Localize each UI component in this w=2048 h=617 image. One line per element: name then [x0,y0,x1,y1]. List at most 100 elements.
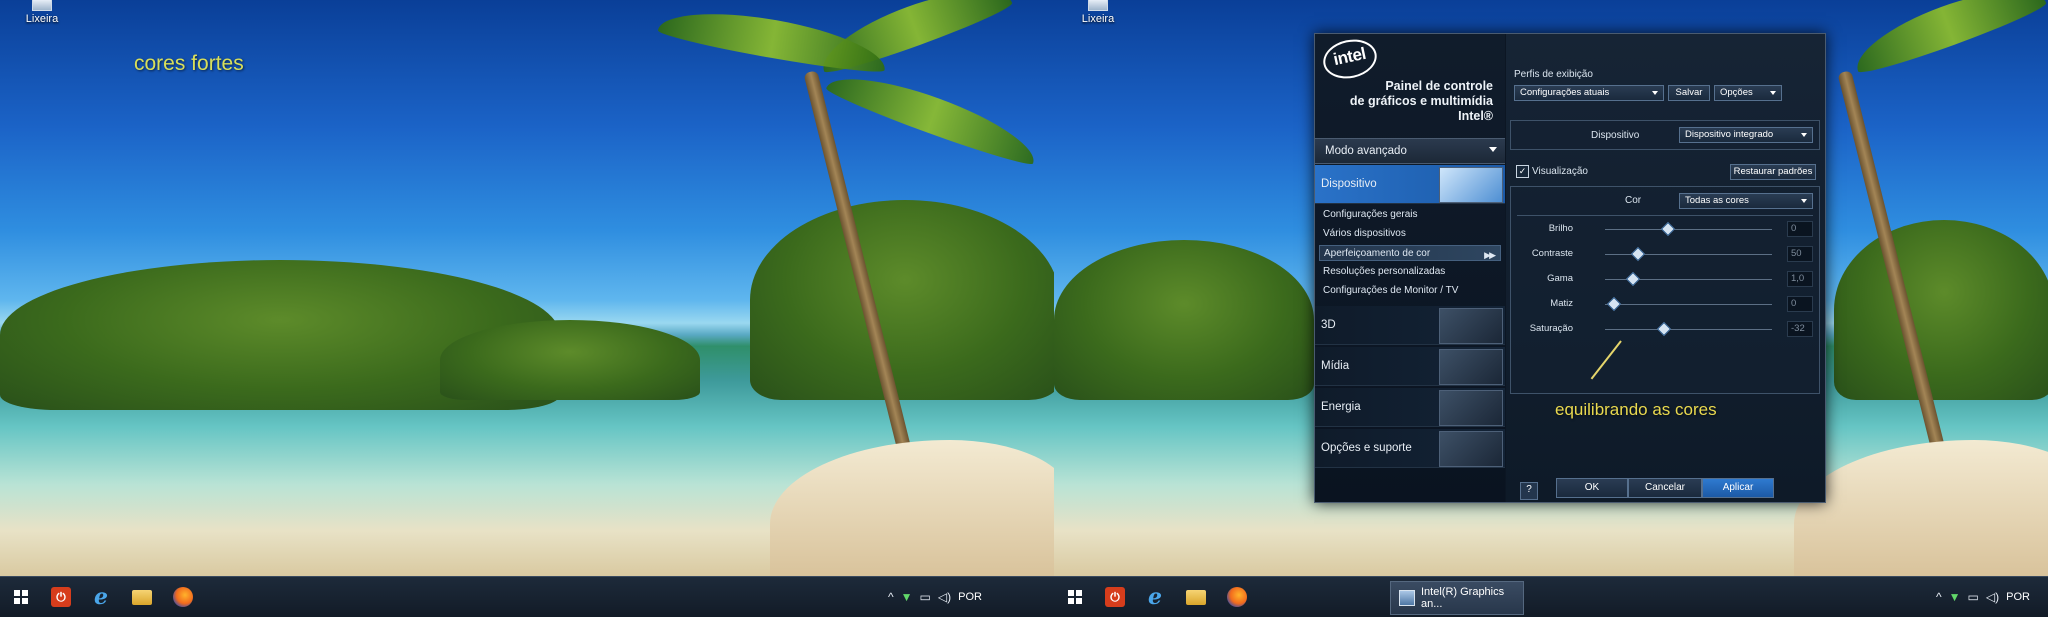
help-button[interactable]: ? [1520,482,1538,500]
battery-icon[interactable]: ▭ [1968,590,1979,604]
chevron-down-icon [1770,91,1776,95]
taskbar-intel-graphics[interactable]: Intel(R) Graphics an... [1390,581,1524,615]
subitem-label: Aperfeiçoamento de cor [1324,248,1431,259]
taskbar-firefox[interactable] [170,585,196,609]
slider-thumb[interactable] [1625,271,1640,287]
profile-dropdown[interactable]: Configurações atuais [1514,85,1664,101]
taskbar-app-red[interactable]: ⏻ [1102,585,1128,609]
intel-graphics-icon [1399,590,1415,606]
chevron-up-icon[interactable]: ^ [888,590,894,604]
island-trees [750,200,1054,400]
fast-forward-icon: ▶▶ [1484,250,1496,260]
slider-label: Gama [1547,273,1573,284]
category-label: 3D [1321,319,1336,331]
chevron-up-icon[interactable]: ^ [1936,590,1942,604]
recycle-bin[interactable]: Lixeira [22,0,62,25]
intel-graphics-panel: – × intel Painel de controle de gráficos… [1314,33,1826,503]
subitem-general-settings[interactable]: Configurações gerais [1323,207,1418,223]
taskbar-internet-explorer[interactable]: e [1142,585,1168,609]
cancel-button[interactable]: Cancelar [1628,478,1702,498]
island-trees [1054,240,1314,400]
chevron-down-icon [1489,147,1497,152]
taskbar-file-explorer[interactable] [1183,585,1209,609]
slider-label: Matiz [1550,298,1573,309]
recycle-bin-label: Lixeira [25,13,59,25]
preview-label: Visualização [1532,166,1588,177]
options-label: Opções [1720,87,1753,98]
category-power[interactable]: Energia [1315,388,1505,427]
language-indicator[interactable]: POR [958,591,982,603]
recycle-bin-icon [1088,0,1108,11]
taskbar-app-red[interactable]: ⏻ [48,585,74,609]
recycle-bin-label: Lixeira [1081,13,1115,25]
slider-row: Saturação -32 [1525,321,1825,339]
recycle-bin[interactable]: Lixeira [1078,0,1118,25]
intel-logo: intel [1319,34,1381,84]
color-box: Cor Todas as cores Brilho 0 Contraste 50 Gam… [1510,186,1820,394]
category-3d[interactable]: 3D [1315,306,1505,345]
slider-value: 0 [1787,221,1813,237]
panel-title-line: de gráficos e multimídia [1349,94,1493,108]
wifi-icon[interactable]: ▼ [901,590,913,604]
wifi-icon[interactable]: ▼ [1949,590,1961,604]
taskbar-file-explorer[interactable] [129,585,155,609]
mode-dropdown[interactable]: Modo avançado [1315,138,1505,164]
category-label: Dispositivo [1321,178,1377,190]
slider-track[interactable] [1605,304,1772,305]
save-button[interactable]: Salvar [1668,85,1710,101]
battery-icon[interactable]: ▭ [920,590,931,604]
slider-value: -32 [1787,321,1813,337]
app-icon: ⏻ [51,587,71,607]
slider-thumb[interactable] [1607,296,1622,312]
slider-row: Matiz 0 [1525,296,1825,314]
settings-pane: Perfis de exibição Configurações atuais … [1506,34,1825,502]
speaker-icon[interactable]: ◁) [1986,590,1999,604]
start-button[interactable] [1062,585,1088,609]
subitem-custom-resolutions[interactable]: Resoluções personalizadas [1323,264,1445,280]
subitem-color-enhancement[interactable]: Aperfeiçoamento de cor ▶▶ [1319,245,1501,261]
ok-button[interactable]: OK [1556,478,1628,498]
chevron-down-icon [1801,199,1807,203]
category-media[interactable]: Mídia [1315,347,1505,386]
taskbar-firefox[interactable] [1224,585,1250,609]
island-trees [440,320,700,400]
options-dropdown[interactable]: Opções [1714,85,1782,101]
category-options-support[interactable]: Opções e suporte [1315,429,1505,468]
slider-track[interactable] [1605,229,1772,230]
color-value: Todas as cores [1685,195,1749,206]
divider [1517,215,1813,216]
header: intel Painel de controle de gráficos e m… [1315,34,1505,134]
slider-track[interactable] [1605,329,1772,330]
caption-strong-colors: cores fortes [134,52,244,75]
speaker-icon[interactable]: ◁) [938,590,951,604]
panel-title: Painel de controle de gráficos e multimí… [1323,79,1493,124]
restore-defaults-button[interactable]: Restaurar padrões [1730,164,1816,180]
slider-thumb[interactable] [1660,221,1675,237]
slider-track[interactable] [1605,254,1772,255]
taskbar-internet-explorer[interactable]: e [88,585,114,609]
slider-thumb[interactable] [1657,321,1672,337]
subitem-monitor-tv-settings[interactable]: Configurações de Monitor / TV [1323,283,1458,299]
caption-balancing-colors: equilibrando as cores [1555,400,1717,419]
apply-button[interactable]: Aplicar [1702,478,1774,498]
chevron-down-icon [1652,91,1658,95]
category-label: Opções e suporte [1321,442,1412,454]
beach-sand [1794,440,2048,580]
slider-thumb[interactable] [1630,246,1645,262]
slider-row: Gama 1,0 [1525,271,1825,289]
start-button[interactable] [8,585,34,609]
device-dropdown[interactable]: Dispositivo integrado [1679,127,1813,143]
color-dropdown[interactable]: Todas as cores [1679,193,1813,209]
slider-value: 0 [1787,296,1813,312]
subitem-multiple-displays[interactable]: Vários dispositivos [1323,226,1406,242]
slider-label: Brilho [1548,223,1573,234]
slider-row: Brilho 0 [1525,221,1825,239]
windows-icon [14,590,28,604]
language-indicator[interactable]: POR [2006,591,2030,603]
category-device[interactable]: Dispositivo [1315,165,1505,204]
folder-icon [132,589,152,605]
preview-checkbox[interactable]: ✓ [1516,165,1529,178]
device-value: Dispositivo integrado [1685,129,1774,140]
internet-explorer-icon: e [94,584,108,610]
category-label: Energia [1321,401,1361,413]
